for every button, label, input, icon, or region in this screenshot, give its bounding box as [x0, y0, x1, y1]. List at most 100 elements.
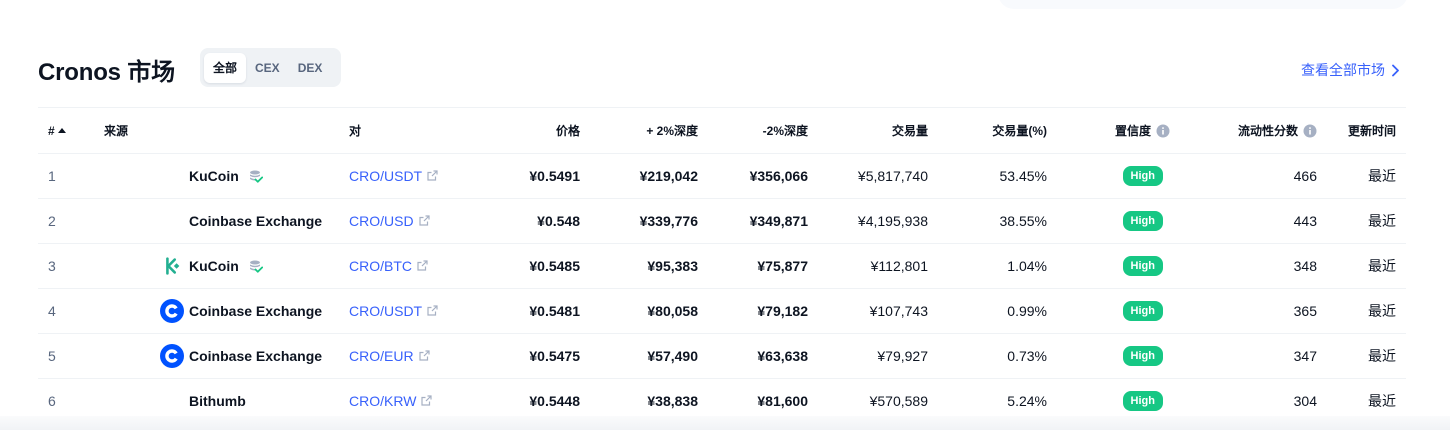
confidence-badge: High	[1122, 256, 1163, 276]
verified-reserves-icon[interactable]	[249, 169, 263, 183]
row-volume-pct: 0.99%	[928, 288, 1047, 334]
confidence-badge: High	[1122, 391, 1163, 411]
row-confidence: High	[1047, 333, 1170, 379]
row-price: ¥0.5485	[469, 243, 580, 289]
view-all-markets-link[interactable]: 查看全部市场	[1301, 60, 1400, 80]
row-rank: 3	[38, 243, 94, 289]
row-depth-minus: ¥356,066	[698, 153, 808, 199]
row-source: KuCoin	[94, 153, 349, 199]
confidence-badge: High	[1122, 301, 1163, 321]
column-header-rank[interactable]: #	[38, 107, 94, 154]
row-volume-pct: 38.55%	[928, 198, 1047, 244]
table-row: 2 Coinbase Exchange CRO/USD ¥0.548 ¥339,776 ¥…	[38, 198, 1406, 244]
row-depth-minus: ¥349,871	[698, 198, 808, 244]
row-rank: 4	[38, 288, 94, 334]
column-header-pair[interactable]: 对	[349, 107, 469, 154]
pair-link[interactable]: CRO/BTC	[349, 258, 428, 274]
row-volume: ¥107,743	[808, 288, 928, 334]
row-updated: 最近	[1317, 198, 1406, 244]
row-liquidity: 466	[1170, 153, 1317, 199]
row-volume-pct: 53.45%	[928, 153, 1047, 199]
column-header-volume[interactable]: 交易量	[808, 107, 928, 154]
row-rank: 1	[38, 153, 94, 199]
row-pair: CRO/USDT	[349, 288, 469, 334]
row-depth-plus: ¥57,490	[580, 333, 698, 379]
row-volume: ¥5,817,740	[808, 153, 928, 199]
external-link-icon	[418, 213, 430, 226]
exchange-logo-placeholder	[160, 164, 184, 188]
table-row: 5 Coinbase Exchange CRO/EUR ¥0.5475 ¥57,490 ¥…	[38, 333, 1406, 379]
row-depth-minus: ¥63,638	[698, 333, 808, 379]
coinbase-logo-icon	[160, 344, 184, 368]
row-depth-plus: ¥95,383	[580, 243, 698, 289]
page-title: Cronos 市场	[38, 59, 175, 86]
row-depth-plus: ¥219,042	[580, 153, 698, 199]
column-header-depth-minus[interactable]: -2%深度	[698, 107, 808, 154]
verified-reserves-icon[interactable]	[249, 259, 263, 273]
table-row: 1 KuCoin CRO/USDT ¥0.5491 ¥219,042 ¥356,066 ¥5…	[38, 153, 1406, 199]
pair-link[interactable]: CRO/USDT	[349, 168, 438, 184]
info-icon[interactable]	[1156, 124, 1170, 138]
row-updated: 最近	[1317, 288, 1406, 334]
confidence-badge: High	[1122, 346, 1163, 366]
row-updated: 最近	[1317, 153, 1406, 199]
exchange-logo-placeholder	[160, 389, 184, 413]
pair-link[interactable]: CRO/EUR	[349, 348, 430, 364]
kucoin-logo-icon	[160, 254, 184, 278]
row-volume: ¥4,195,938	[808, 198, 928, 244]
top-card	[998, 0, 1408, 9]
pair-link[interactable]: CRO/KRW	[349, 393, 433, 409]
market-type-tabs: 全部 CEX DEX	[200, 48, 341, 87]
row-confidence: High	[1047, 243, 1170, 289]
pair-link[interactable]: CRO/USD	[349, 213, 430, 229]
row-liquidity: 348	[1170, 243, 1317, 289]
confidence-badge: High	[1122, 166, 1163, 186]
table-header-row: # 来源 对 价格 + 2%深度 -2%深度 交易量 交易量(%) 置信度 流动…	[38, 107, 1406, 154]
row-pair: CRO/USDT	[349, 153, 469, 199]
row-price: ¥0.5481	[469, 288, 580, 334]
column-header-depth-plus[interactable]: + 2%深度	[580, 107, 698, 154]
column-header-volume-pct[interactable]: 交易量(%)	[928, 107, 1047, 154]
row-depth-minus: ¥79,182	[698, 288, 808, 334]
tab-all[interactable]: 全部	[204, 52, 247, 83]
row-source: Coinbase Exchange	[94, 288, 349, 334]
row-liquidity: 443	[1170, 198, 1317, 244]
markets-table: # 来源 对 价格 + 2%深度 -2%深度 交易量 交易量(%) 置信度 流动…	[38, 107, 1406, 424]
external-link-icon	[427, 303, 438, 316]
row-price: ¥0.548	[469, 198, 580, 244]
row-price: ¥0.5491	[469, 153, 580, 199]
column-header-liquidity[interactable]: 流动性分数	[1170, 107, 1317, 154]
row-confidence: High	[1047, 288, 1170, 334]
row-liquidity: 365	[1170, 288, 1317, 334]
exchange-name[interactable]: Coinbase Exchange	[189, 303, 322, 319]
column-header-confidence[interactable]: 置信度	[1047, 107, 1170, 154]
exchange-name[interactable]: KuCoin	[189, 168, 239, 184]
exchange-name[interactable]: Coinbase Exchange	[189, 348, 322, 364]
exchange-name[interactable]: Coinbase Exchange	[189, 213, 322, 229]
pair-link[interactable]: CRO/USDT	[349, 303, 438, 319]
exchange-name[interactable]: KuCoin	[189, 258, 239, 274]
row-confidence: High	[1047, 198, 1170, 244]
tab-cex[interactable]: CEX	[246, 53, 289, 83]
column-header-price[interactable]: 价格	[469, 107, 580, 154]
external-link-icon	[417, 258, 428, 271]
external-link-icon	[421, 393, 433, 406]
row-volume: ¥79,927	[808, 333, 928, 379]
markets-table-container: # 来源 对 价格 + 2%深度 -2%深度 交易量 交易量(%) 置信度 流动…	[38, 107, 1406, 424]
external-link-icon	[427, 168, 438, 181]
row-liquidity: 347	[1170, 333, 1317, 379]
confidence-badge: High	[1122, 211, 1163, 231]
row-rank: 2	[38, 198, 94, 244]
chevron-right-icon	[1392, 64, 1399, 76]
row-confidence: High	[1047, 153, 1170, 199]
row-depth-minus: ¥75,877	[698, 243, 808, 289]
info-icon[interactable]	[1303, 124, 1317, 138]
column-header-updated[interactable]: 更新时间	[1317, 107, 1406, 154]
table-row: 3 KuCoin CRO/BTC ¥0.5485 ¥95,383 ¥75,877 ¥112,…	[38, 243, 1406, 289]
exchange-name[interactable]: Bithumb	[189, 393, 246, 409]
row-updated: 最近	[1317, 243, 1406, 289]
tab-dex[interactable]: DEX	[289, 53, 332, 83]
exchange-logo-placeholder	[160, 209, 184, 233]
row-updated: 最近	[1317, 333, 1406, 379]
column-header-source[interactable]: 来源	[94, 107, 349, 154]
